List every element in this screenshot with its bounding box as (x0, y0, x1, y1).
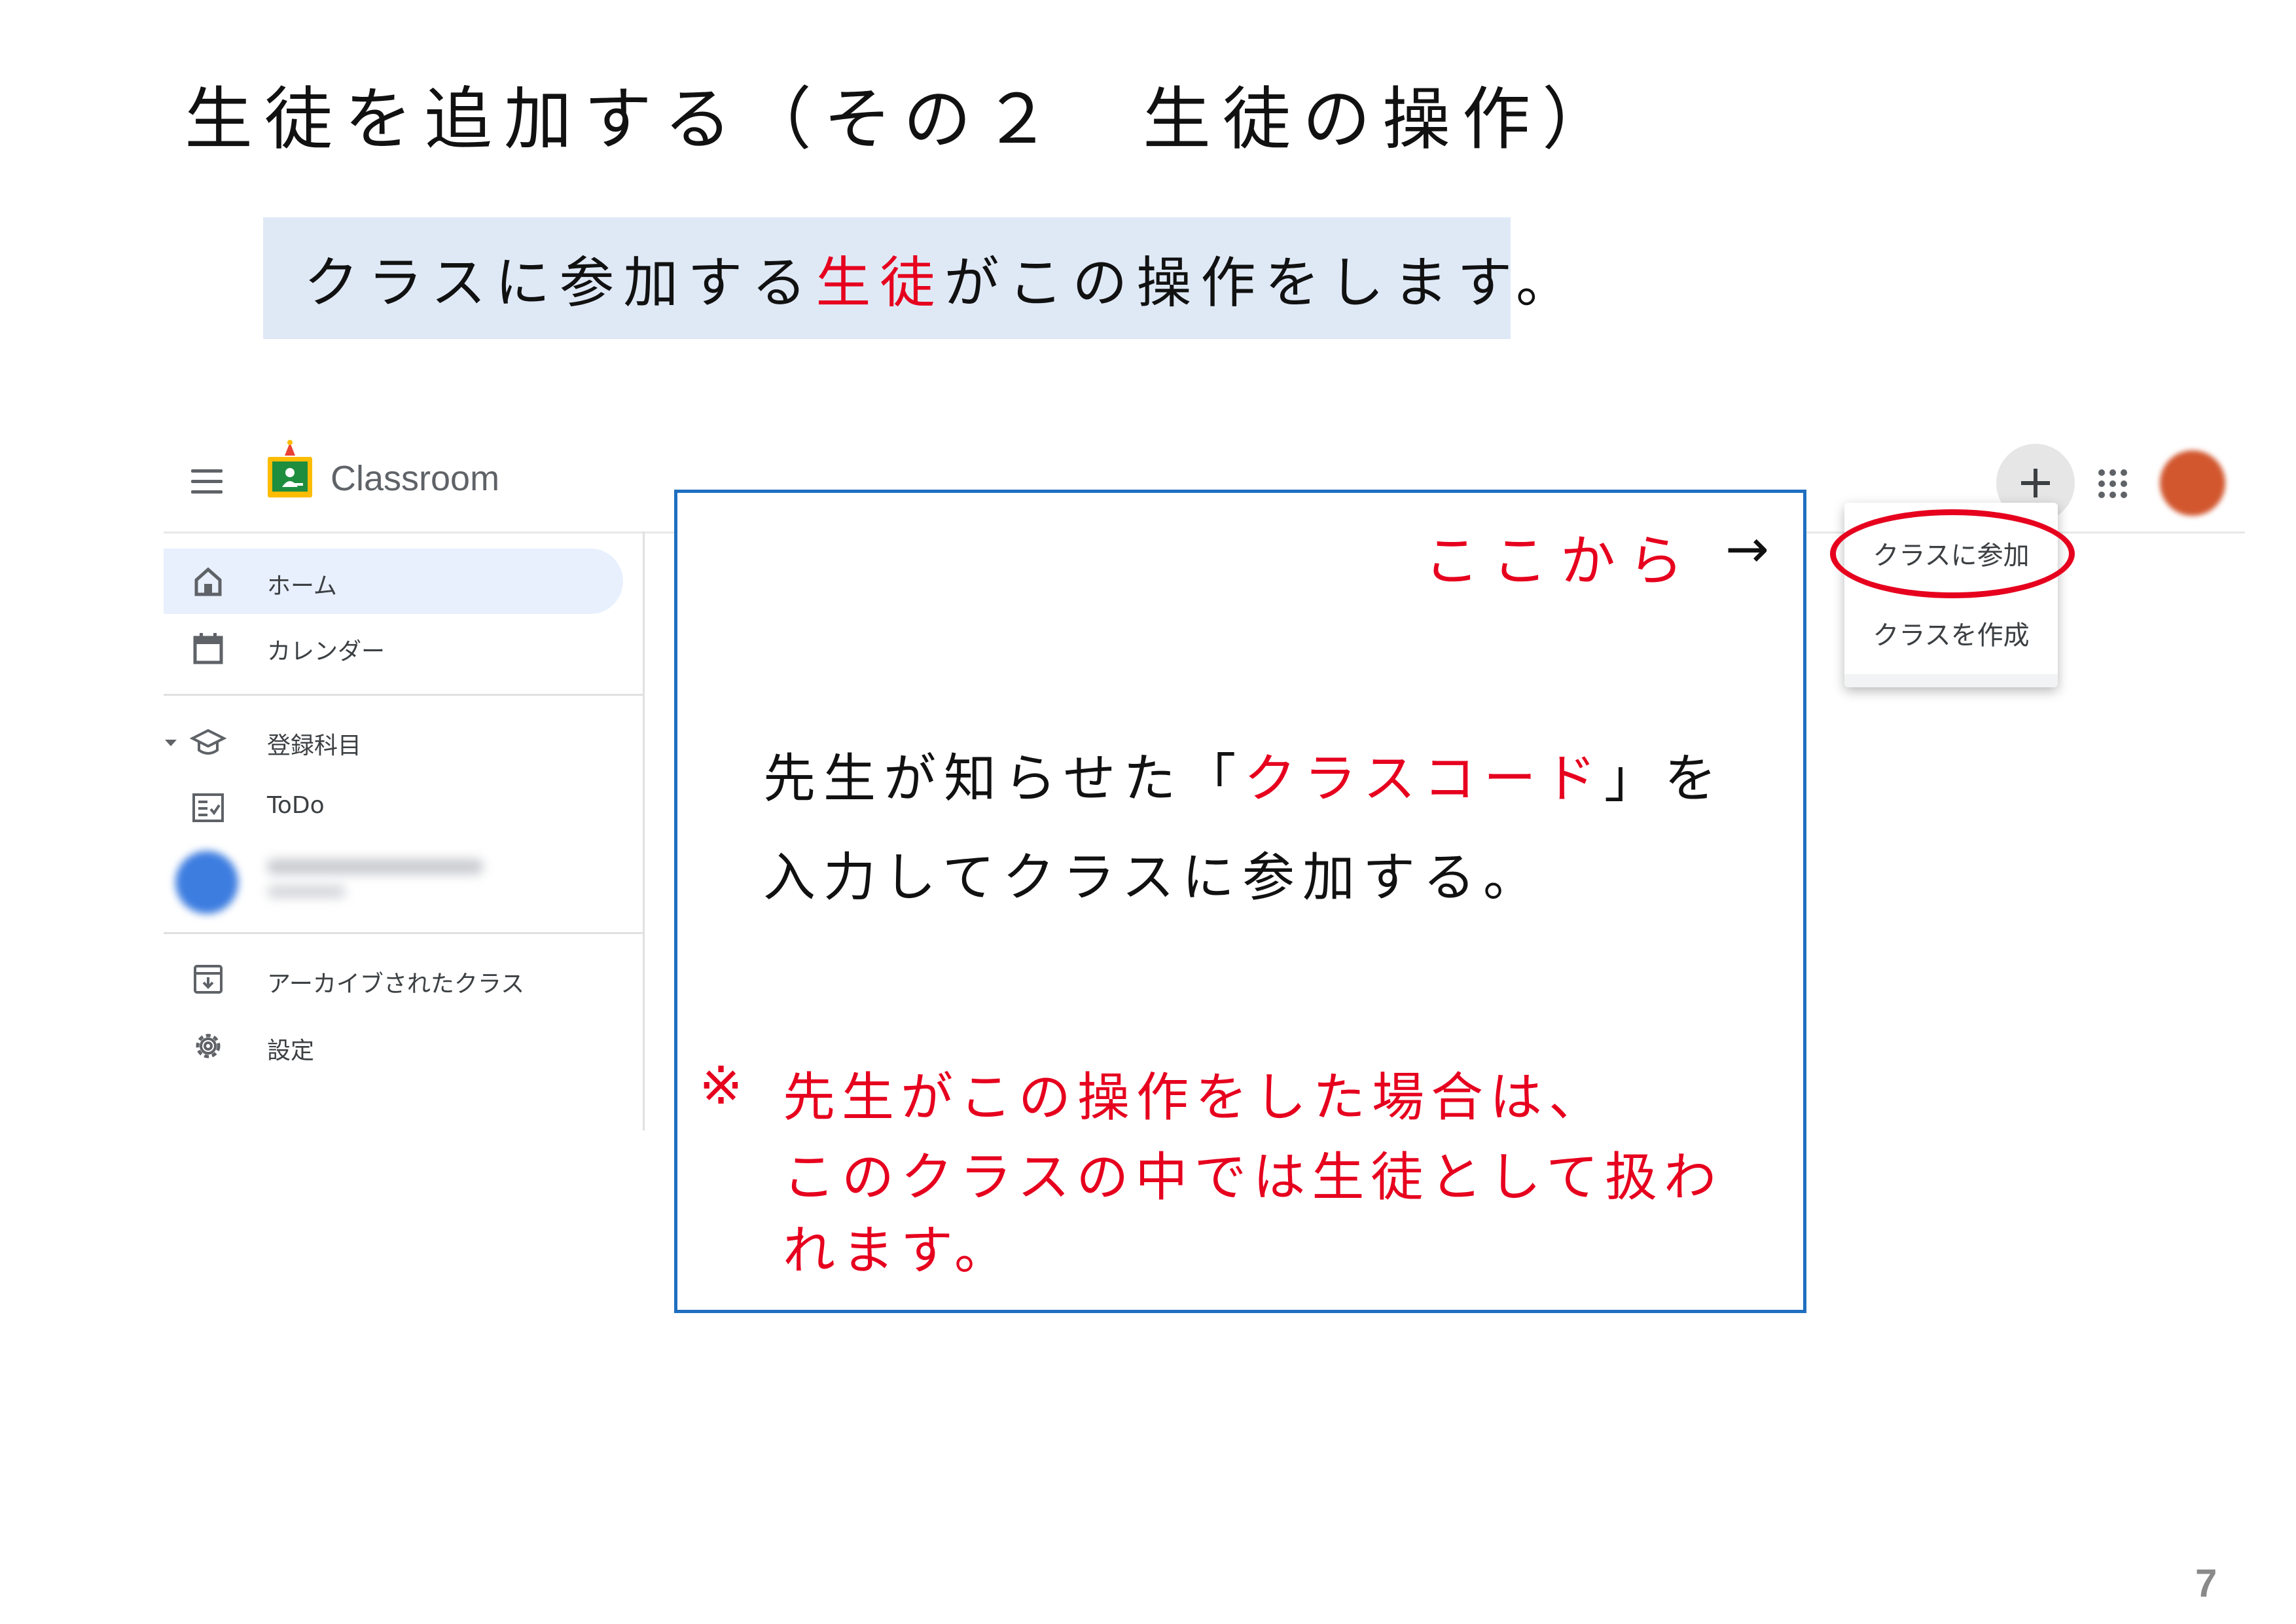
user-avatar[interactable] (2160, 450, 2225, 516)
class-code-highlight: クラスコード (1244, 748, 1604, 809)
graduation-cap-icon (190, 729, 226, 755)
sidebar-item-label-todo: ToDo (267, 792, 325, 819)
subtitle-text-pre: クラスに参加する (304, 250, 816, 315)
class-section-blurred (267, 885, 346, 898)
gear-icon (196, 1034, 221, 1058)
chevron-down-icon[interactable] (164, 738, 178, 748)
sidebar-border (643, 532, 645, 1130)
subtitle-box: クラスに参加する 生徒 がこの操作をします。 (263, 217, 1571, 339)
sidebar-item-label-calendar: カレンダー (267, 638, 386, 665)
subtitle-text-post: がこの操作をします。 (944, 250, 1580, 315)
instruction-line-2: 入力してクラスに参加する。 (763, 847, 1543, 908)
sidebar-item-calendar[interactable] (164, 615, 622, 681)
sidebar-item-home[interactable] (164, 549, 623, 614)
create-class-menu-item[interactable]: クラスを作成 (1844, 614, 2058, 652)
archive-icon (194, 965, 223, 994)
app-name: Classroom (331, 459, 500, 498)
subtitle-highlight: 生徒 (816, 250, 944, 315)
calendar-icon (193, 633, 223, 664)
apps-grid-icon[interactable] (2097, 468, 2128, 499)
sidebar-item-settings[interactable] (164, 1013, 622, 1079)
class-name-blurred[interactable] (267, 859, 483, 875)
here-label: ここから (1424, 529, 1697, 593)
sidebar-divider (164, 694, 643, 696)
instruction-line-1: 先生が知らせた「クラスコード」を (763, 748, 1725, 809)
sidebar-item-label-home: ホーム (267, 573, 337, 600)
note-mark: ※ (699, 1055, 744, 1116)
menu-icon[interactable] (191, 467, 225, 496)
slide-title: 生徒を追加する（その２ 生徒の操作） (185, 79, 1623, 159)
sidebar-item-enrolled[interactable] (164, 710, 622, 775)
sidebar-item-label-enrolled: 登録科目 (267, 732, 362, 759)
note-line-1: 先生がこの操作をした場合は、 (783, 1067, 1607, 1128)
home-icon (194, 567, 222, 596)
note-line-3: れます。 (783, 1220, 1013, 1281)
highlight-ellipse (1830, 509, 2075, 598)
page-number: 7 (2195, 1561, 2217, 1605)
right-arrow-icon: → (1725, 518, 1770, 579)
sidebar-item-label-archived: アーカイブされたクラス (267, 971, 525, 998)
sidebar-item-label-settings: 設定 (267, 1038, 315, 1064)
todo-list-icon (192, 793, 224, 822)
note-line-2: このクラスの中では生徒として扱わ (783, 1147, 1723, 1208)
classroom-logo-icon[interactable] (265, 440, 315, 503)
class-avatar[interactable] (175, 851, 238, 914)
sidebar-divider (164, 932, 643, 934)
sidebar-item-todo[interactable] (164, 775, 622, 840)
